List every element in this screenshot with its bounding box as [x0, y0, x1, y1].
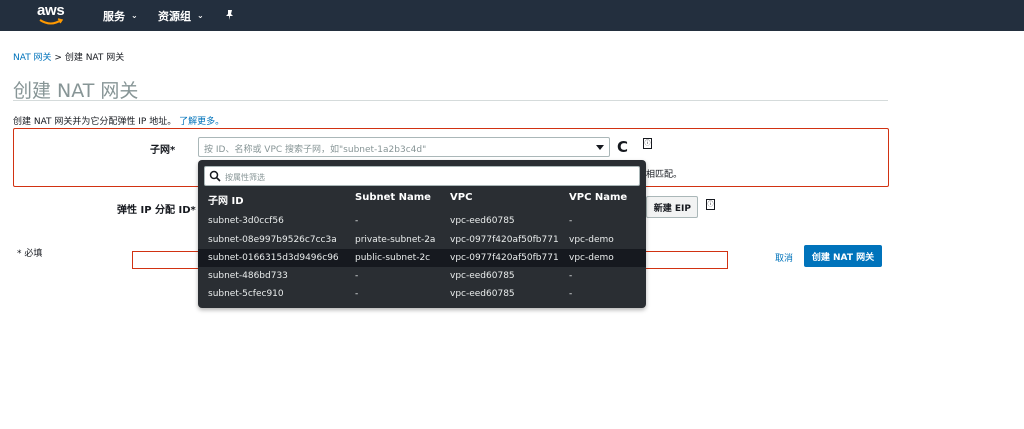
subnet-vpc: vpc-eed60785 — [450, 271, 515, 281]
subnet-label: 子网* — [150, 145, 176, 156]
breadcrumb-current: 创建 NAT 网关 — [64, 53, 125, 63]
page-description: 创建 NAT 网关并为它分配弹性 IP 地址。 了解更多。 — [13, 114, 224, 127]
column-header-vpc-name: VPC Name — [569, 192, 628, 203]
aws-logo-text: aws — [37, 2, 65, 19]
nav-services-label: 服务 — [103, 9, 125, 23]
subnet-option-highlighted[interactable]: subnet-0166315d3d9496c96 public-subnet-2… — [198, 249, 646, 267]
subnet-vpc-name: vpc-demo — [569, 235, 614, 245]
search-icon — [209, 170, 221, 182]
subnet-dropdown: 按属性筛选 子网 ID Subnet Name VPC VPC Name sub… — [198, 160, 646, 308]
pin-icon[interactable] — [224, 9, 236, 23]
column-header-vpc: VPC — [450, 192, 473, 203]
nav-resource-groups-menu[interactable]: 资源组 ⌄ — [158, 0, 204, 31]
aws-logo[interactable]: aws — [37, 2, 65, 28]
subnet-select-placeholder: 按 ID、名称或 VPC 搜索子网，如"subnet-1a2b3c4d" — [204, 145, 427, 155]
refresh-icon[interactable]: C — [617, 138, 628, 156]
subnet-name: private-subnet-2a — [355, 235, 436, 245]
breadcrumb-nat-gateways-link[interactable]: NAT 网关 — [13, 53, 52, 63]
filter-input[interactable]: 按属性筛选 — [204, 166, 640, 186]
info-icon[interactable]: ⓘ — [706, 199, 715, 210]
nav-resource-groups-label: 资源组 — [158, 9, 191, 23]
create-nat-gateway-button[interactable]: 创建 NAT 网关 — [804, 245, 882, 267]
top-nav: aws 服务 ⌄ 资源组 ⌄ — [0, 0, 1024, 31]
breadcrumb: NAT 网关 > 创建 NAT 网关 — [13, 50, 124, 63]
chevron-down-icon: ⌄ — [197, 11, 204, 20]
subnet-vpc: vpc-0977f420af50fb771 — [450, 235, 559, 245]
column-header-subnet-id: 子网 ID — [208, 196, 244, 207]
column-header-subnet-name: Subnet Name — [355, 192, 431, 203]
breadcrumb-separator: > — [51, 53, 65, 63]
subnet-vpc-name: - — [569, 216, 573, 226]
subnet-hint-text: 相匹配。 — [646, 170, 683, 180]
learn-more-link[interactable]: 了解更多。 — [179, 117, 224, 127]
subnet-name: - — [355, 289, 359, 299]
aws-smile-icon — [39, 18, 63, 25]
subnet-id: subnet-486bd733 — [208, 271, 288, 281]
subnet-name: - — [355, 271, 359, 281]
subnet-option[interactable]: subnet-08e997b9526c7cc3a private-subnet-… — [198, 231, 646, 249]
subnet-vpc-name: vpc-demo — [569, 253, 614, 263]
subnet-vpc: vpc-eed60785 — [450, 289, 515, 299]
subnet-select[interactable]: 按 ID、名称或 VPC 搜索子网，如"subnet-1a2b3c4d" — [198, 137, 610, 157]
subnet-vpc: vpc-eed60785 — [450, 216, 515, 226]
subnet-option[interactable]: subnet-486bd733 - vpc-eed60785 - — [198, 267, 646, 285]
title-divider — [13, 100, 888, 101]
create-eip-button[interactable]: 新建 EIP — [646, 196, 698, 218]
subnet-vpc-name: - — [569, 289, 573, 299]
subnet-vpc-name: - — [569, 271, 573, 281]
subnet-id: subnet-5cfec910 — [208, 289, 284, 299]
eip-label: 弹性 IP 分配 ID* — [117, 205, 196, 216]
required-note: * 必填 — [17, 249, 43, 259]
description-text: 创建 NAT 网关并为它分配弹性 IP 地址。 — [13, 117, 177, 127]
subnet-name: public-subnet-2c — [355, 253, 431, 263]
filter-placeholder: 按属性筛选 — [225, 173, 265, 182]
subnet-option[interactable]: subnet-5cfec910 - vpc-eed60785 - — [198, 285, 646, 303]
subnet-vpc: vpc-0977f420af50fb771 — [450, 253, 559, 263]
chevron-down-icon: ⌄ — [131, 11, 138, 20]
nav-services-menu[interactable]: 服务 ⌄ — [103, 0, 138, 31]
caret-down-icon — [596, 145, 604, 150]
subnet-id: subnet-08e997b9526c7cc3a — [208, 235, 337, 245]
page-title: 创建 NAT 网关 — [13, 80, 139, 102]
cancel-button[interactable]: 取消 — [775, 251, 793, 264]
subnet-id: subnet-0166315d3d9496c96 — [208, 253, 339, 263]
subnet-option[interactable]: subnet-3d0ccf56 - vpc-eed60785 - — [198, 212, 646, 230]
info-icon[interactable]: ⓘ — [643, 138, 652, 149]
subnet-id: subnet-3d0ccf56 — [208, 216, 284, 226]
subnet-name: - — [355, 216, 359, 226]
